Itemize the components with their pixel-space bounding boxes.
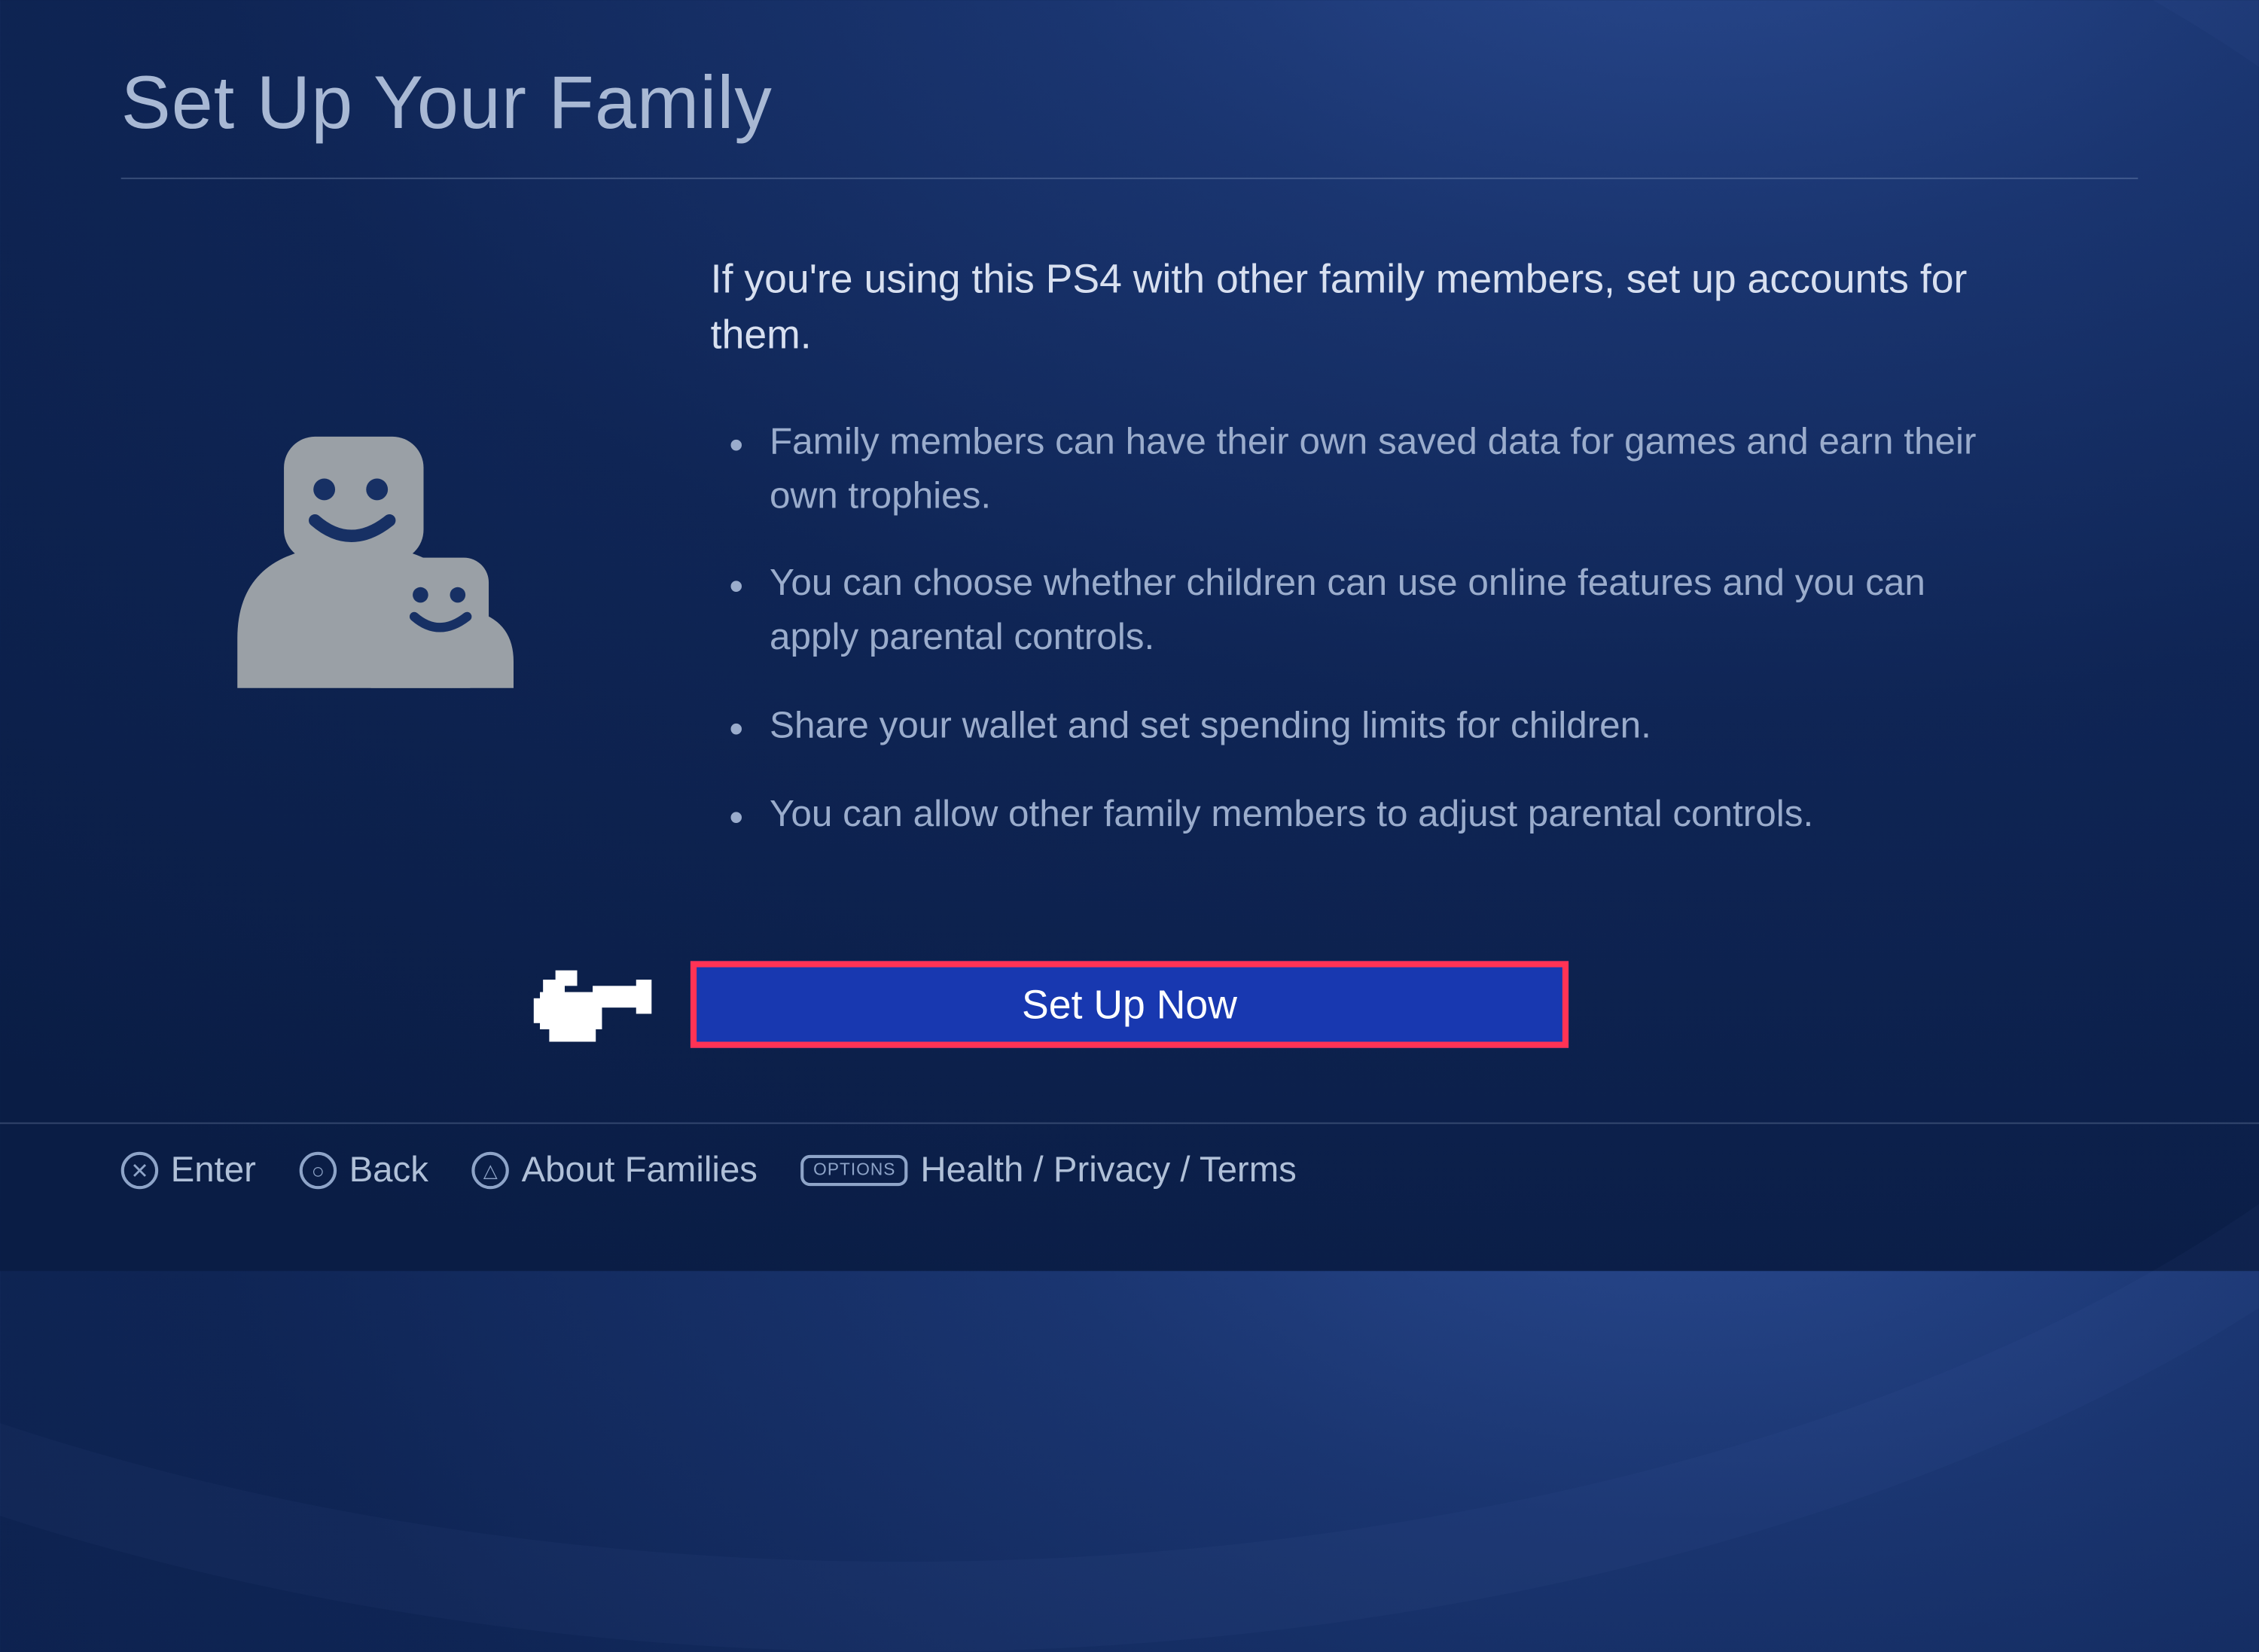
- circle-icon: ○: [300, 1151, 337, 1188]
- icon-column: [121, 251, 617, 877]
- enter-hint: ✕ Enter: [121, 1149, 256, 1191]
- feature-item: Share your wallet and set spending limit…: [764, 700, 2014, 754]
- cross-icon: ✕: [121, 1151, 158, 1188]
- intro-text: If you're using this PS4 with other fami…: [711, 251, 2014, 364]
- content-area: If you're using this PS4 with other fami…: [121, 251, 2139, 877]
- family-icon: [222, 422, 517, 701]
- options-hint: OPTIONS Health / Privacy / Terms: [801, 1149, 1297, 1191]
- back-hint: ○ Back: [300, 1149, 428, 1191]
- button-row: Set Up Now: [0, 962, 2259, 1048]
- title-bar: Set Up Your Family: [121, 62, 2139, 180]
- pointer-hand-icon: [528, 955, 652, 1054]
- about-label: About Families: [522, 1149, 758, 1191]
- triangle-icon: △: [472, 1151, 509, 1188]
- set-up-now-button[interactable]: Set Up Now: [691, 962, 1568, 1048]
- page-title: Set Up Your Family: [121, 62, 2139, 147]
- legal-label: Health / Privacy / Terms: [920, 1149, 1296, 1191]
- feature-list: Family members can have their own saved …: [711, 416, 2014, 843]
- feature-item: You can choose whether children can use …: [764, 559, 2014, 666]
- options-icon: OPTIONS: [801, 1154, 908, 1185]
- footer-hints: ✕ Enter ○ Back △ About Families OPTIONS …: [0, 1123, 2259, 1191]
- button-label: Set Up Now: [1022, 980, 1237, 1029]
- feature-item: Family members can have their own saved …: [764, 416, 2014, 524]
- feature-item: You can allow other family members to ad…: [764, 788, 2014, 843]
- text-column: If you're using this PS4 with other fami…: [711, 251, 2014, 877]
- about-hint: △ About Families: [472, 1149, 758, 1191]
- back-label: Back: [349, 1149, 428, 1191]
- family-setup-screen: Set Up Your Family: [0, 2, 2259, 1268]
- enter-label: Enter: [171, 1149, 256, 1191]
